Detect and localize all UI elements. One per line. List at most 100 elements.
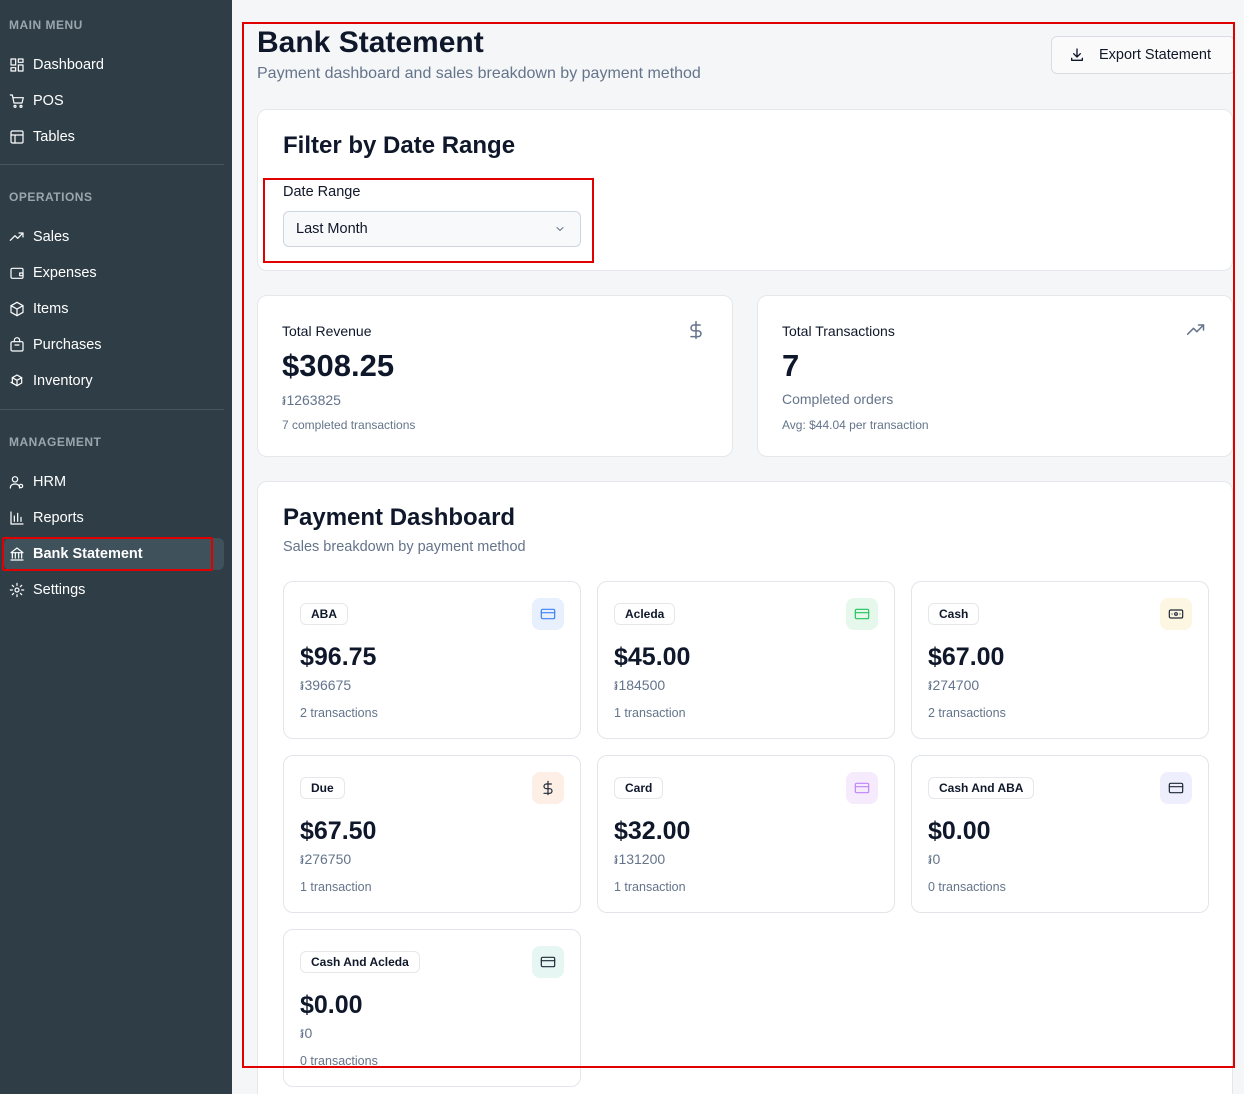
payment-method-amount: $32.00 xyxy=(614,817,691,845)
payment-methods-grid: ABA $96.75 ៛396675 2 transactions Acleda $45.… xyxy=(283,581,1210,1087)
trending-up-icon xyxy=(1186,320,1206,345)
sidebar-section-operations: OPERATIONS Sales Expenses Items Purchase… xyxy=(0,165,232,397)
total-transactions-card: Total Transactions 7 Completed orders Av… xyxy=(757,295,1233,457)
sidebar-item-hrm[interactable]: HRM xyxy=(4,466,224,498)
users-icon xyxy=(9,474,25,490)
payment-method-riel: ៛276750 xyxy=(300,851,352,867)
chevron-down-icon xyxy=(554,223,566,239)
gear-icon xyxy=(9,582,25,598)
section-title-operations: OPERATIONS xyxy=(9,190,93,204)
bank-icon xyxy=(9,546,25,562)
payment-method-card: Acleda $45.00 ៛184500 1 transaction xyxy=(597,581,895,739)
banknote-icon xyxy=(1160,598,1192,630)
total-revenue-card: Total Revenue $308.25 ៛1263825 7 complet… xyxy=(257,295,733,457)
dollar-icon xyxy=(686,320,706,345)
sidebar-item-label: Settings xyxy=(33,582,86,598)
sidebar-item-reports[interactable]: Reports xyxy=(4,502,224,534)
wallet-icon xyxy=(9,265,25,281)
payment-method-amount: $0.00 xyxy=(300,991,363,1019)
sidebar-item-bank-statement[interactable]: Bank Statement xyxy=(2,537,224,571)
payment-method-riel: ៛0 xyxy=(300,1025,313,1041)
sidebar-item-purchases[interactable]: Purchases xyxy=(4,329,224,361)
sidebar-item-sales[interactable]: Sales xyxy=(4,221,224,253)
section-title-main: MAIN MENU xyxy=(9,18,83,32)
date-range-value: Last Month xyxy=(296,221,368,237)
payment-method-riel: ៛274700 xyxy=(928,677,980,693)
payment-method-riel: ៛396675 xyxy=(300,677,352,693)
sidebar-item-dashboard[interactable]: Dashboard xyxy=(4,49,224,81)
export-statement-label: Export Statement xyxy=(1099,47,1212,63)
sidebar-item-expenses[interactable]: Expenses xyxy=(4,257,224,289)
filter-title: Filter by Date Range xyxy=(283,132,516,159)
dollar-icon xyxy=(532,772,564,804)
sidebar-item-label: Expenses xyxy=(33,265,97,281)
payment-method-amount: $45.00 xyxy=(614,643,691,671)
sidebar-item-label: Items xyxy=(33,301,69,317)
total-transactions-value: 7 xyxy=(782,348,800,383)
purchases-icon xyxy=(9,337,25,353)
bar-chart-icon xyxy=(9,510,25,526)
payment-method-riel: ៛131200 xyxy=(614,851,666,867)
sidebar-item-label: Bank Statement xyxy=(33,546,143,562)
payment-method-amount: $67.50 xyxy=(300,817,377,845)
sidebar-item-label: HRM xyxy=(33,474,67,490)
date-range-label: Date Range xyxy=(283,184,361,200)
payment-method-transactions: 0 transactions xyxy=(928,880,1006,894)
payment-method-riel: ៛184500 xyxy=(614,677,666,693)
section-title-management: MANAGEMENT xyxy=(9,435,102,449)
sidebar-item-label: Purchases xyxy=(33,337,102,353)
boxes-icon xyxy=(9,373,25,389)
sidebar-item-label: Dashboard xyxy=(33,57,104,73)
sidebar-item-label: POS xyxy=(33,93,64,109)
wallet-card-icon xyxy=(532,946,564,978)
export-statement-button[interactable]: Export Statement xyxy=(1051,36,1235,74)
sidebar-item-label: Reports xyxy=(33,510,84,526)
total-revenue-riel: ៛1263825 xyxy=(282,392,341,408)
payment-method-badge: Cash xyxy=(928,603,980,625)
payment-method-card: Cash $67.00 ៛274700 2 transactions xyxy=(911,581,1209,739)
date-range-select[interactable]: Last Month xyxy=(283,211,581,247)
payment-dashboard-card: Payment Dashboard Sales breakdown by pay… xyxy=(257,481,1233,1094)
page-subtitle: Payment dashboard and sales breakdown by… xyxy=(257,65,701,82)
total-revenue-note: 7 completed transactions xyxy=(282,418,416,432)
sidebar-item-label: Tables xyxy=(33,129,75,145)
average-per-transaction: Avg: $44.04 per transaction xyxy=(782,418,929,432)
payment-method-badge: ABA xyxy=(300,603,348,625)
total-transactions-sub: Completed orders xyxy=(782,391,894,407)
payment-method-badge: Cash And Acleda xyxy=(300,951,420,973)
sidebar-item-items[interactable]: Items xyxy=(4,293,224,325)
sidebar-item-label: Inventory xyxy=(33,373,93,389)
payment-dashboard-subtitle: Sales breakdown by payment method xyxy=(283,539,526,555)
download-icon xyxy=(1069,47,1085,63)
payment-method-transactions: 1 transaction xyxy=(614,880,686,894)
payment-method-transactions: 2 transactions xyxy=(300,706,378,720)
payment-method-badge: Cash And ABA xyxy=(928,777,1035,799)
payment-method-card: Cash And Acleda $0.00 ៛0 0 transactions xyxy=(283,929,581,1087)
sidebar-item-settings[interactable]: Settings xyxy=(4,574,224,606)
filter-card: Filter by Date Range Date Range Last Mon… xyxy=(257,109,1233,271)
payment-method-card: Card $32.00 ៛131200 1 transaction xyxy=(597,755,895,913)
payment-method-riel: ៛0 xyxy=(928,851,941,867)
wallet-card-icon xyxy=(1160,772,1192,804)
payment-method-transactions: 1 transaction xyxy=(300,880,372,894)
sidebar-item-label: Sales xyxy=(33,229,70,245)
payment-method-card: ABA $96.75 ៛396675 2 transactions xyxy=(283,581,581,739)
sidebar-item-tables[interactable]: Tables xyxy=(4,121,224,153)
cart-icon xyxy=(9,93,25,109)
package-icon xyxy=(9,301,25,317)
sidebar: MAIN MENU Dashboard POS Tables OPERATION… xyxy=(0,0,232,1094)
credit-card-icon xyxy=(846,598,878,630)
sidebar-item-inventory[interactable]: Inventory xyxy=(4,365,224,397)
credit-card-icon xyxy=(846,772,878,804)
total-transactions-label: Total Transactions xyxy=(782,323,895,339)
payment-method-transactions: 0 transactions xyxy=(300,1054,378,1068)
payment-dashboard-title: Payment Dashboard xyxy=(283,504,516,531)
payment-method-amount: $96.75 xyxy=(300,643,377,671)
payment-method-badge: Card xyxy=(614,777,664,799)
main-content: Bank Statement Payment dashboard and sal… xyxy=(232,0,1244,1094)
payment-method-amount: $0.00 xyxy=(928,817,991,845)
payment-method-amount: $67.00 xyxy=(928,643,1005,671)
sidebar-item-pos[interactable]: POS xyxy=(4,85,224,117)
total-revenue-value: $308.25 xyxy=(282,348,395,383)
payment-method-badge: Acleda xyxy=(614,603,676,625)
